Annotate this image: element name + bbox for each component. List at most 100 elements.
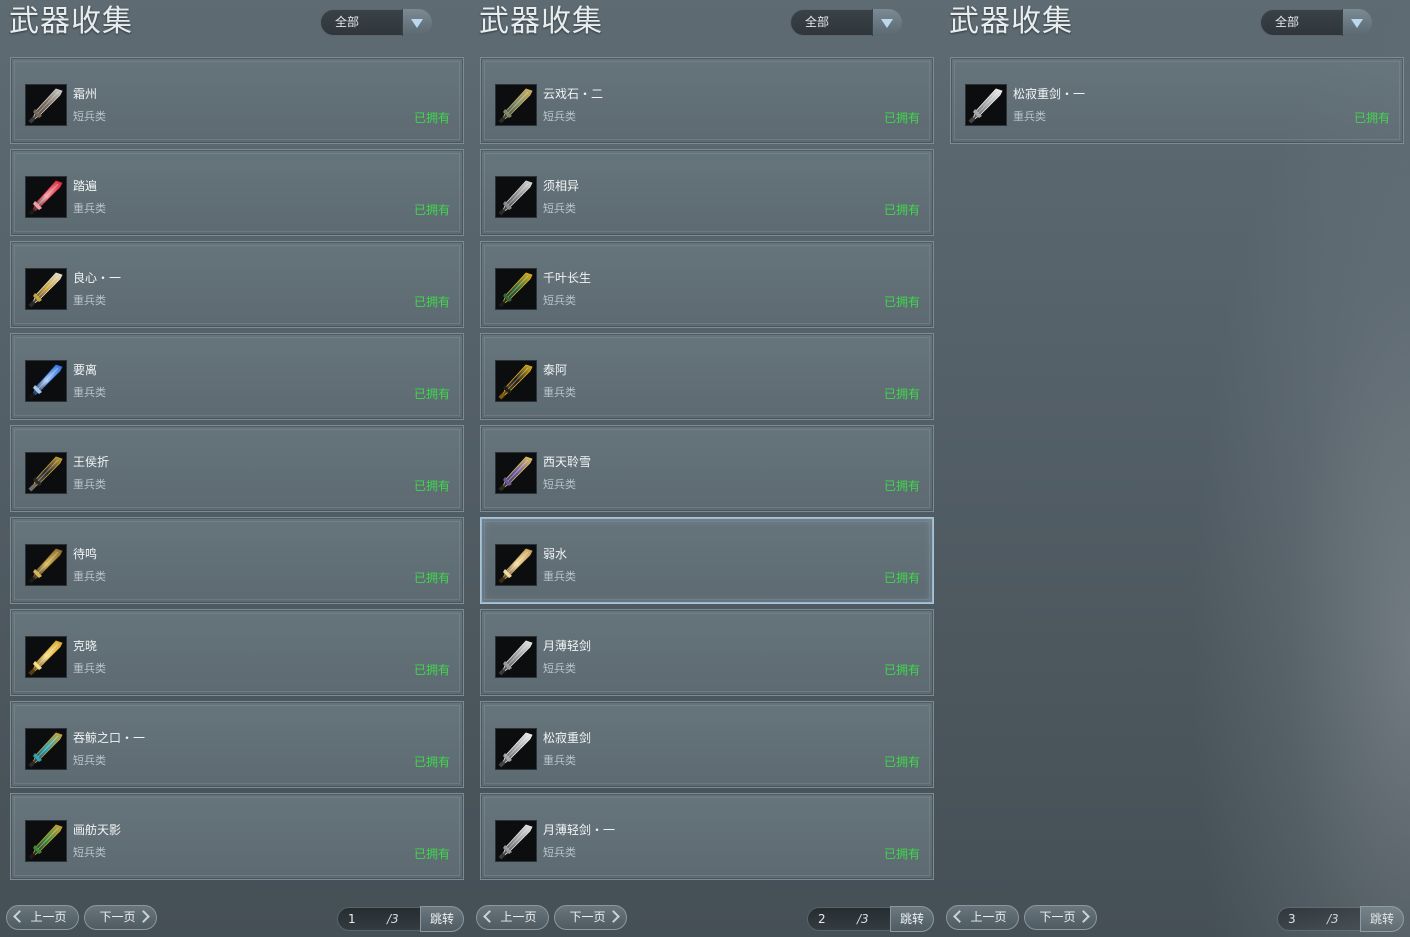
- weapon-card[interactable]: 吞鲸之口・一 短兵类 已拥有: [10, 701, 464, 788]
- ornate-gold-sword-icon: [495, 84, 537, 126]
- weapon-type: 短兵类: [543, 846, 576, 859]
- weapon-card[interactable]: 月薄轻剑 短兵类 已拥有: [480, 609, 934, 696]
- weapon-type: 重兵类: [73, 662, 106, 675]
- prev-page-button[interactable]: 上一页: [476, 905, 549, 930]
- bronze-greatsword-icon: [495, 544, 537, 586]
- weapon-card[interactable]: 千叶长生 短兵类 已拥有: [480, 241, 934, 328]
- weapon-collection-panels: 武器收集 全部 霜州 短兵类 已拥有 踏遍 重兵类 已拥有 良心・一 重兵类 已拥有 要离 重兵类已…: [0, 0, 1410, 937]
- chevron-down-icon[interactable]: [1342, 9, 1372, 36]
- weapon-name: 月薄轻剑・一: [543, 823, 616, 837]
- owned-status-badge: 已拥有: [883, 111, 920, 125]
- owned-status-badge: 已拥有: [883, 479, 920, 493]
- category-filter-dropdown[interactable]: 全部: [1260, 9, 1372, 36]
- category-filter-dropdown[interactable]: 全部: [320, 9, 432, 36]
- dark-gold-greatsword-icon: [25, 544, 67, 586]
- jump-button[interactable]: 跳转: [890, 906, 934, 932]
- prev-page-button[interactable]: 上一页: [946, 905, 1019, 930]
- owned-status-badge: 已拥有: [413, 203, 450, 217]
- filter-selected-value: 全部: [805, 15, 830, 29]
- silver-hilt-sword-icon: [25, 84, 67, 126]
- next-page-button[interactable]: 下一页: [84, 905, 157, 930]
- jump-button[interactable]: 跳转: [420, 906, 464, 932]
- page-number-input[interactable]: 2 /3: [807, 907, 891, 931]
- blue-greatsword-icon: [25, 360, 67, 402]
- weapon-card[interactable]: 松寂重剑 重兵类 已拥有: [480, 701, 934, 788]
- weapon-type: 短兵类: [543, 478, 576, 491]
- weapon-name: 吞鲸之口・一: [73, 731, 146, 745]
- owned-status-badge: 已拥有: [413, 847, 450, 861]
- panel-title: 武器收集: [9, 4, 133, 39]
- next-page-label: 下一页: [569, 910, 606, 924]
- weapon-card[interactable]: 克晓 重兵类 已拥有: [10, 609, 464, 696]
- silver-greatsword-icon: [965, 84, 1007, 126]
- weapon-name: 月薄轻剑: [543, 639, 592, 653]
- owned-status-badge: 已拥有: [883, 571, 920, 585]
- next-page-button[interactable]: 下一页: [554, 905, 627, 930]
- weapon-name: 须相异: [543, 179, 580, 193]
- owned-status-badge: 已拥有: [883, 295, 920, 309]
- page-total: /3: [857, 912, 869, 926]
- filter-selected-value: 全部: [1275, 15, 1300, 29]
- weapon-name: 画舫天影: [73, 823, 122, 837]
- weapon-card[interactable]: 要离 重兵类 已拥有: [10, 333, 464, 420]
- prev-page-button[interactable]: 上一页: [6, 905, 79, 930]
- weapon-type: 重兵类: [1013, 110, 1046, 123]
- gold-black-greatsword-icon: [25, 452, 67, 494]
- owned-status-badge: 已拥有: [883, 387, 920, 401]
- panel-title: 武器收集: [479, 4, 603, 39]
- page-number-input[interactable]: 1 /3: [337, 907, 421, 931]
- prev-page-label: 上一页: [30, 910, 67, 924]
- weapon-card[interactable]: 画舫天影 短兵类 已拥有: [10, 793, 464, 880]
- weapon-type: 短兵类: [543, 662, 576, 675]
- owned-status-badge: 已拥有: [883, 203, 920, 217]
- gold-black-heavy-blade-icon: [495, 360, 537, 402]
- owned-status-badge: 已拥有: [413, 111, 450, 125]
- weapon-type: 重兵类: [73, 478, 106, 491]
- next-page-button[interactable]: 下一页: [1024, 905, 1097, 930]
- weapon-card[interactable]: 良心・一 重兵类 已拥有: [10, 241, 464, 328]
- weapon-card[interactable]: 泰阿 重兵类 已拥有: [480, 333, 934, 420]
- gold-purple-sword-icon: [495, 452, 537, 494]
- weapon-type: 短兵类: [543, 202, 576, 215]
- panel-title: 武器收集: [949, 4, 1073, 39]
- owned-status-badge: 已拥有: [413, 571, 450, 585]
- weapon-type: 重兵类: [73, 386, 106, 399]
- chevron-down-icon[interactable]: [402, 9, 432, 36]
- weapon-card[interactable]: 月薄轻剑・一 短兵类 已拥有: [480, 793, 934, 880]
- weapon-card[interactable]: 松寂重剑・一 重兵类 已拥有: [950, 57, 1404, 144]
- weapon-card[interactable]: 霜州 短兵类 已拥有: [10, 57, 464, 144]
- weapon-type: 重兵类: [543, 570, 576, 583]
- owned-status-badge: 已拥有: [413, 663, 450, 677]
- weapon-name: 良心・一: [73, 271, 122, 285]
- category-filter-dropdown[interactable]: 全部: [790, 9, 902, 36]
- owned-status-badge: 已拥有: [413, 295, 450, 309]
- weapon-card[interactable]: 须相异短兵类 已拥有: [480, 149, 934, 236]
- weapon-card[interactable]: 云戏石・二 短兵类 已拥有: [480, 57, 934, 144]
- weapon-name: 松寂重剑・一: [1013, 87, 1086, 101]
- weapon-name: 王侯折: [73, 455, 110, 469]
- weapon-name: 泰阿: [543, 363, 568, 377]
- chevron-down-icon[interactable]: [872, 9, 902, 36]
- weapon-type: 短兵类: [543, 110, 576, 123]
- weapon-name: 要离: [73, 363, 98, 377]
- page-number-input[interactable]: 3 /3: [1277, 907, 1361, 931]
- weapon-name: 西天聆雪: [543, 455, 592, 469]
- silver-greatsword-icon: [495, 728, 537, 770]
- weapon-card[interactable]: 待鸣 重兵类 已拥有: [10, 517, 464, 604]
- weapon-card[interactable]: 踏遍 重兵类 已拥有: [10, 149, 464, 236]
- curved-silver-blade-icon: [495, 176, 537, 218]
- weapon-card[interactable]: 弱水 重兵类 已拥有: [480, 517, 934, 604]
- teal-gold-blade-icon: [25, 728, 67, 770]
- green-gold-sword-icon: [25, 820, 67, 862]
- weapon-type: 短兵类: [73, 754, 106, 767]
- weapon-card[interactable]: 王侯折 重兵类 已拥有: [10, 425, 464, 512]
- weapon-type: 重兵类: [73, 570, 106, 583]
- filter-selected-value: 全部: [335, 15, 360, 29]
- page-current: 2: [818, 912, 826, 926]
- prev-page-label: 上一页: [970, 910, 1007, 924]
- weapon-card[interactable]: 西天聆雪短兵类 已拥有: [480, 425, 934, 512]
- weapon-panel-page-1: 武器收集 全部 霜州 短兵类 已拥有 踏遍 重兵类 已拥有 良心・一 重兵类 已拥有 要离 重兵类已…: [0, 0, 470, 937]
- weapon-type: 重兵类: [73, 202, 106, 215]
- silver-light-sword-icon: [495, 636, 537, 678]
- jump-button[interactable]: 跳转: [1360, 906, 1404, 932]
